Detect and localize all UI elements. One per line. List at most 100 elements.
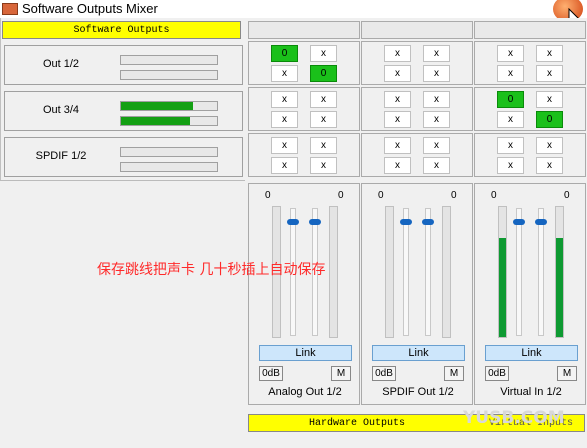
routing-cell[interactable]: x	[536, 91, 563, 108]
output-label: Out 1/2	[42, 58, 80, 70]
routing-cell[interactable]: x	[384, 65, 411, 82]
routing-cell[interactable]: x	[384, 91, 411, 108]
routing-matrix: xxxx	[361, 133, 473, 177]
mute-button[interactable]: M	[331, 366, 351, 381]
routing-cell[interactable]: x	[536, 157, 563, 174]
mute-button[interactable]: M	[557, 366, 577, 381]
level-meter-right	[555, 206, 564, 338]
routing-cell[interactable]: x	[536, 45, 563, 62]
link-button[interactable]: Link	[259, 345, 352, 361]
slider-knob-left[interactable]	[287, 219, 299, 225]
mute-button[interactable]: M	[444, 366, 464, 381]
output-row-spdif: SPDIF 1/2	[4, 137, 243, 177]
routing-matrix: xxxx	[248, 133, 360, 177]
routing-cell[interactable]: x	[423, 91, 450, 108]
title-bar: Software Outputs Mixer	[0, 0, 587, 22]
routing-cell[interactable]: x	[423, 157, 450, 174]
software-outputs-header: Software Outputs	[2, 21, 241, 39]
column-name: SPDIF Out 1/2	[382, 386, 454, 398]
column-top	[361, 21, 473, 39]
zero-db-button[interactable]: 0dB	[259, 366, 283, 381]
routing-matrix: xxxx	[361, 41, 473, 85]
db-readout-right: 0	[451, 190, 457, 201]
level-meter-left	[120, 101, 218, 111]
zero-db-button[interactable]: 0dB	[372, 366, 396, 381]
routing-matrix: xxxx	[248, 87, 360, 131]
routing-matrix: xxxx	[474, 41, 586, 85]
zero-db-button[interactable]: 0dB	[485, 366, 509, 381]
window-title: Software Outputs Mixer	[22, 1, 158, 16]
annotation-overlay-text: 保存跳线把声卡 几十秒插上自动保存	[97, 262, 326, 278]
mixer-column: xxxx0xx0xxxx 0 0 Link 0dB M Virtual In 1…	[474, 21, 586, 406]
level-meter-left	[498, 206, 507, 338]
routing-cell[interactable]: x	[271, 137, 298, 154]
routing-cell[interactable]: x	[384, 45, 411, 62]
routing-cell[interactable]: 0	[497, 91, 524, 108]
link-button[interactable]: Link	[372, 345, 465, 361]
routing-cell[interactable]: x	[310, 91, 337, 108]
fader-area: 0 0 Link 0dB M SPDIF Out 1/2	[361, 183, 473, 405]
routing-cell[interactable]: x	[271, 91, 298, 108]
app-icon	[2, 3, 18, 15]
volume-slider-left[interactable]	[516, 208, 522, 336]
volume-slider-right[interactable]	[538, 208, 544, 336]
level-meter-right	[329, 206, 338, 338]
routing-cell[interactable]: x	[423, 65, 450, 82]
routing-cell[interactable]: x	[497, 65, 524, 82]
routing-cell[interactable]: 0	[271, 45, 298, 62]
routing-cell[interactable]: x	[497, 157, 524, 174]
slider-knob-left[interactable]	[400, 219, 412, 225]
column-top	[474, 21, 586, 39]
slider-knob-left[interactable]	[513, 219, 525, 225]
volume-slider-right[interactable]	[425, 208, 431, 336]
routing-cell[interactable]: x	[310, 45, 337, 62]
level-meter-left	[120, 55, 218, 65]
output-row-out34: Out 3/4	[4, 91, 243, 131]
slider-knob-right[interactable]	[535, 219, 547, 225]
level-meter-left	[120, 147, 218, 157]
routing-cell[interactable]: x	[497, 45, 524, 62]
routing-cell[interactable]: 0	[310, 65, 337, 82]
routing-cell[interactable]: x	[271, 157, 298, 174]
routing-cell[interactable]: x	[384, 111, 411, 128]
level-meter-left	[385, 206, 394, 338]
routing-cell[interactable]: x	[271, 111, 298, 128]
routing-cell[interactable]: x	[384, 137, 411, 154]
routing-cell[interactable]: x	[423, 111, 450, 128]
db-readout-right: 0	[564, 190, 570, 201]
mixer-column: 0xx0xxxxxxxx 0 0 Link 0dB M Analog Out 1…	[248, 21, 360, 406]
fader-area: 0 0 Link 0dB M Analog Out 1/2	[248, 183, 360, 405]
routing-cell[interactable]: x	[384, 157, 411, 174]
routing-cell[interactable]: x	[310, 111, 337, 128]
db-readout-left: 0	[265, 190, 271, 201]
column-top	[248, 21, 360, 39]
routing-cell[interactable]: x	[497, 111, 524, 128]
routing-cell[interactable]: x	[310, 157, 337, 174]
fader-area: 0 0 Link 0dB M Virtual In 1/2	[474, 183, 586, 405]
routing-cell[interactable]: x	[310, 137, 337, 154]
link-button[interactable]: Link	[485, 345, 578, 361]
level-meter-right	[442, 206, 451, 338]
level-meter-right	[120, 162, 218, 172]
db-readout-left: 0	[491, 190, 497, 201]
routing-cell[interactable]: x	[423, 45, 450, 62]
routing-matrix: 0xx0	[248, 41, 360, 85]
volume-slider-left[interactable]	[403, 208, 409, 336]
routing-cell[interactable]: x	[536, 65, 563, 82]
watermark: YUSB.COM	[463, 408, 565, 428]
column-name: Analog Out 1/2	[268, 386, 342, 398]
slider-knob-right[interactable]	[422, 219, 434, 225]
routing-cell[interactable]: 0	[536, 111, 563, 128]
routing-cell[interactable]: x	[271, 65, 298, 82]
db-readout-right: 0	[338, 190, 344, 201]
routing-cell[interactable]: x	[423, 137, 450, 154]
routing-cell[interactable]: x	[497, 137, 524, 154]
slider-knob-right[interactable]	[309, 219, 321, 225]
routing-cell[interactable]: x	[536, 137, 563, 154]
output-label: Out 3/4	[42, 104, 80, 116]
empty-panel	[0, 180, 245, 448]
mixer-column: xxxxxxxxxxxx 0 0 Link 0dB M SPDIF Out 1/…	[361, 21, 473, 406]
db-readout-left: 0	[378, 190, 384, 201]
column-name: Virtual In 1/2	[500, 386, 562, 398]
hardware-outputs-label: Hardware Outputs	[309, 418, 406, 429]
